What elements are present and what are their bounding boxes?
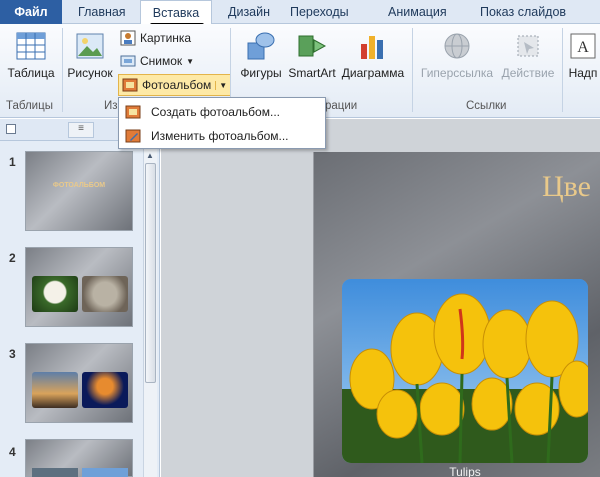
menu-item-label: Создать фотоальбом...	[151, 105, 280, 119]
hyperlink-label: Гиперссылка	[420, 66, 494, 80]
chart-icon	[361, 36, 383, 59]
slide-number: 3	[9, 347, 16, 361]
screenshot-button[interactable]: Снимок ▼	[120, 53, 194, 69]
tab-animations[interactable]: Анимация	[378, 0, 457, 24]
chevron-down-icon[interactable]: ▼	[215, 80, 227, 90]
ribbon-tab-bar: Файл Главная Вставка Дизайн Переходы Ани…	[0, 0, 600, 25]
photoalbum-button[interactable]: Фотоальбом ▼	[118, 74, 232, 96]
slide-number: 1	[9, 155, 16, 169]
smartart-icon	[298, 35, 327, 57]
tab-transitions[interactable]: Переходы	[280, 0, 359, 24]
photoalbum-label: Фотоальбом	[142, 78, 212, 92]
tab-slideshow[interactable]: Показ слайдов	[470, 0, 576, 24]
photoalbum-icon	[122, 78, 138, 92]
slide-thumbnail-3[interactable]	[25, 343, 133, 423]
slides-tab-icon[interactable]	[6, 124, 16, 134]
chart-label: Диаграмма	[341, 66, 405, 80]
slide-thumbnail-1[interactable]: ФОТОАЛЬБОМ	[25, 151, 133, 231]
picture-label: Рисунок	[67, 66, 113, 80]
tab-file[interactable]: Файл	[0, 0, 62, 24]
tulips-image	[342, 279, 588, 463]
menu-item-create-photoalbum[interactable]: Создать фотоальбом...	[119, 100, 325, 124]
tulips-photo[interactable]	[342, 279, 588, 463]
slide-thumbnail-2[interactable]	[25, 247, 133, 327]
desert-thumbnail-image	[32, 372, 78, 408]
hyperlink-button[interactable]: Гиперссылка	[418, 30, 496, 80]
jellyfish-thumbnail-image	[82, 372, 128, 408]
clipart-icon	[120, 30, 136, 46]
scroll-up-icon[interactable]: ▲	[146, 151, 154, 160]
thumbnail-title: ФОТОАЛЬБОМ	[52, 182, 106, 189]
group-label-illustrations: рации	[325, 100, 358, 112]
thumbnail-image	[32, 468, 78, 477]
table-button[interactable]: Таблица	[4, 30, 58, 80]
shapes-button[interactable]: Фигуры	[236, 30, 286, 80]
slide-title[interactable]: Цве	[542, 170, 591, 204]
group-separator	[412, 28, 413, 112]
koala-thumbnail-image	[82, 276, 128, 312]
textbox-label: Надп	[568, 66, 598, 80]
photoalbum-icon	[125, 105, 141, 119]
tab-design[interactable]: Дизайн	[218, 0, 280, 24]
picture-button[interactable]: Рисунок	[64, 30, 116, 80]
tab-insert[interactable]: Вставка	[140, 0, 212, 25]
picture-icon	[76, 33, 104, 59]
shapes-icon	[247, 32, 275, 60]
action-button[interactable]: Действие	[498, 30, 558, 80]
slide-thumbnail-4[interactable]	[25, 439, 133, 477]
group-label-images: Из	[104, 100, 118, 112]
photo-caption[interactable]: Tulips	[342, 465, 588, 477]
table-label: Таблица	[7, 66, 55, 80]
action-icon	[517, 35, 539, 57]
slide-number: 4	[9, 445, 16, 459]
group-separator	[562, 28, 563, 112]
outline-tab-icon[interactable]: ≡	[68, 122, 94, 138]
screenshot-label: Снимок	[140, 54, 183, 68]
slide-number: 2	[9, 251, 16, 265]
action-label: Действие	[501, 66, 555, 80]
table-icon	[16, 32, 46, 60]
screenshot-icon	[120, 55, 136, 67]
chevron-down-icon: ▼	[186, 56, 195, 66]
smartart-label: SmartArt	[288, 66, 336, 80]
group-label-links: Ссылки	[466, 100, 507, 112]
menu-item-label: Изменить фотоальбом...	[151, 129, 289, 143]
scrollbar-thumb[interactable]	[145, 163, 156, 383]
textbox-icon: A	[570, 33, 596, 59]
clipart-button[interactable]: Картинка	[120, 30, 191, 46]
thumbnail-image	[82, 468, 128, 477]
panel-scrollbar[interactable]: ▲	[143, 149, 157, 477]
flower-thumbnail-image	[32, 276, 78, 312]
tab-home[interactable]: Главная	[68, 0, 136, 24]
photoalbum-dropdown-menu: Создать фотоальбом... Изменить фотоальбо…	[118, 97, 326, 149]
menu-item-edit-photoalbum[interactable]: Изменить фотоальбом...	[119, 124, 325, 148]
group-label-tables: Таблицы	[6, 100, 53, 112]
shapes-label: Фигуры	[240, 66, 282, 80]
group-separator	[62, 28, 63, 112]
svg-text:A: A	[577, 39, 589, 56]
clipart-label: Картинка	[140, 31, 192, 45]
globe-icon	[444, 33, 470, 59]
smartart-button[interactable]: SmartArt	[288, 30, 336, 80]
slides-panel: ≡ 1 ФОТОАЛЬБОМ 2 3 4 ▲	[0, 119, 160, 477]
chart-button[interactable]: Диаграмма	[340, 30, 406, 80]
textbox-button[interactable]: A Надп	[566, 30, 600, 80]
edit-photoalbum-icon	[125, 129, 141, 143]
